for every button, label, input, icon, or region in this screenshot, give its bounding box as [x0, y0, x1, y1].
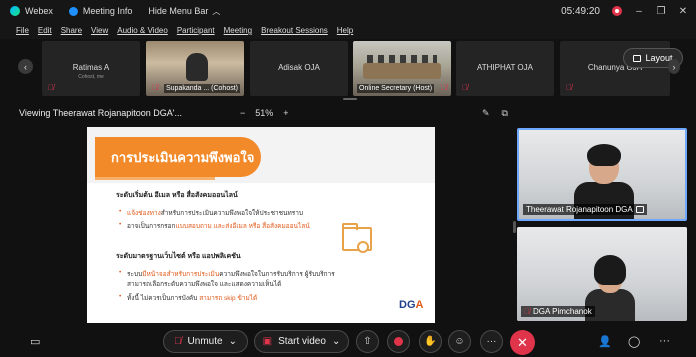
meeting-toolbar: ▭ 🎙̸ Unmute ⌄ ▣ Start video ⌄ ⇧ ✋ ☺ ··· …	[0, 326, 696, 357]
dga-logo: DGA	[399, 299, 424, 311]
menu-meeting[interactable]: Meeting	[224, 26, 252, 35]
menu-participant[interactable]: Participant	[177, 26, 215, 35]
magnifier-icon	[357, 241, 369, 253]
app-name: Webex	[10, 6, 53, 16]
hide-menu-bar-button[interactable]: Hide Menu Bar ︿	[148, 6, 220, 17]
participants-icon[interactable]: 👤	[598, 335, 612, 348]
zoom-in-button[interactable]: +	[283, 108, 288, 118]
title-bar: Webex Meeting Info Hide Menu Bar ︿ 05:49…	[0, 0, 696, 22]
participant-filmstrip: ‹ Ratimas A Cohost, me 🎙̸ 🎙̸ Supakanda .…	[0, 39, 696, 100]
captions-icon[interactable]: ▭	[30, 335, 40, 348]
active-speaker-video[interactable]: Theerawat Rojanapitoon DGA	[517, 128, 687, 221]
menu-help[interactable]: Help	[337, 26, 353, 35]
slide-bullet: อาจเป็นการกรอกแบบสอบถาม และส่งอีเมล หรือ…	[119, 221, 357, 231]
participant-tile[interactable]: ATHIPHAT OJA 🎙̸	[456, 41, 554, 96]
recording-indicator-icon[interactable]	[612, 6, 622, 16]
share-options-icon[interactable]: ⧉	[502, 108, 508, 119]
video-name-label: Theerawat Rojanapitoon DGA	[523, 204, 647, 215]
participant-tile[interactable]: Adisak OJA	[250, 41, 348, 96]
participant-video[interactable]: 🎙̸ DGA Pimchanok	[517, 227, 687, 321]
muted-mic-icon: 🎙̸	[174, 336, 182, 347]
close-button[interactable]: ✕	[678, 6, 688, 17]
menu-bar: File Edit Share View Audio & Video Parti…	[0, 22, 696, 39]
muted-mic-icon: 🎙̸	[524, 307, 530, 316]
menu-view[interactable]: View	[91, 26, 108, 35]
slide-title: การประเมินความพึงพอใจ	[95, 137, 261, 180]
more-panels-icon[interactable]: ···	[659, 335, 670, 347]
share-icon: ⇧	[363, 336, 372, 347]
leave-meeting-button[interactable]: ✕	[510, 330, 535, 355]
muted-mic-icon: 🎙̸	[441, 83, 447, 92]
menu-audio-video[interactable]: Audio & Video	[117, 26, 168, 35]
menu-edit[interactable]: Edit	[38, 26, 52, 35]
chevron-right-icon: ›	[672, 61, 676, 72]
viewing-label: Viewing Theerawat Rojanapitoon DGA'...	[19, 108, 182, 118]
filmstrip-resize-handle[interactable]	[343, 98, 357, 100]
panel-resize-handle[interactable]	[513, 221, 516, 233]
webex-logo-icon	[10, 6, 20, 16]
participant-video	[186, 53, 208, 81]
video-off-icon: ▣	[262, 336, 273, 347]
record-icon	[394, 337, 403, 346]
reactions-button[interactable]: ☺	[448, 330, 471, 353]
muted-mic-icon: 🎙̸	[152, 83, 158, 92]
participant-tile[interactable]: Ratimas A Cohost, me 🎙̸	[42, 41, 140, 96]
more-options-button[interactable]: ···	[480, 330, 503, 353]
muted-mic-icon: 🎙̸	[462, 83, 468, 92]
record-button[interactable]	[387, 330, 410, 353]
share-bar: Viewing Theerawat Rojanapitoon DGA'... −…	[0, 103, 696, 123]
slide-bullet: ทั้งนี้ ไม่ควรเป็นการบังคับ สามารถ skip …	[119, 293, 357, 303]
menu-breakout-sessions[interactable]: Breakout Sessions	[261, 26, 328, 35]
participant-tile[interactable]: Online Secretary (Host) 🎙̸	[353, 41, 451, 96]
video-name-label: 🎙̸ DGA Pimchanok	[521, 306, 595, 317]
annotate-icon[interactable]: ✎	[482, 108, 490, 119]
meeting-clock: 05:49:20	[561, 5, 600, 17]
menu-file[interactable]: File	[16, 26, 29, 35]
zoom-out-button[interactable]: −	[240, 108, 245, 118]
share-button[interactable]: ⇧	[356, 330, 379, 353]
menu-share[interactable]: Share	[61, 26, 82, 35]
chevron-down-icon[interactable]: ⌄	[332, 336, 340, 347]
filmstrip-prev-button[interactable]: ‹	[18, 59, 33, 74]
chevron-left-icon: ‹	[24, 61, 27, 72]
emoji-icon: ☺	[454, 336, 465, 347]
unmute-button[interactable]: 🎙̸ Unmute ⌄	[163, 330, 248, 353]
zoom-controls: − 51% +	[240, 108, 289, 118]
zoom-level: 51%	[255, 108, 274, 118]
slide-section-heading: ระดับเริ่มต้น อีเมล หรือ สื่อสังคมออนไลน…	[116, 192, 238, 199]
pin-icon[interactable]	[635, 206, 644, 213]
layout-icon	[633, 54, 642, 62]
slide-bullet: แจ้งช่องทางสำหรับการประเมินความพึงพอใจให…	[119, 208, 357, 218]
slide-section-heading: ระดับมาตรฐานเว็บไซต์ หรือ แอปพลิเคชัน	[116, 253, 241, 260]
slide-bullet: ระบบมีหน้าจอสำหรับการประเมินความพึงพอใจใ…	[119, 269, 357, 289]
participant-tile[interactable]: 🎙̸ Supakanda ... (Cohost)	[146, 41, 244, 96]
muted-mic-icon: 🎙̸	[48, 83, 54, 92]
hand-icon: ✋	[424, 336, 437, 347]
raise-hand-button[interactable]: ✋	[419, 330, 442, 353]
minimize-button[interactable]: –	[634, 6, 644, 17]
start-video-button[interactable]: ▣ Start video ⌄	[254, 330, 349, 353]
info-icon	[68, 6, 78, 16]
chevron-down-icon[interactable]: ⌄	[229, 336, 237, 347]
chevron-up-icon: ︿	[212, 6, 221, 16]
meeting-info-button[interactable]: Meeting Info	[68, 6, 132, 16]
muted-mic-icon: 🎙̸	[566, 83, 572, 92]
filmstrip-next-button[interactable]: ›	[668, 59, 680, 74]
restore-button[interactable]: ❐	[656, 6, 666, 17]
shared-content: การประเมินความพึงพอใจ ระดับเริ่มต้น อีเม…	[87, 127, 435, 323]
chat-icon[interactable]: ◯	[628, 335, 640, 348]
